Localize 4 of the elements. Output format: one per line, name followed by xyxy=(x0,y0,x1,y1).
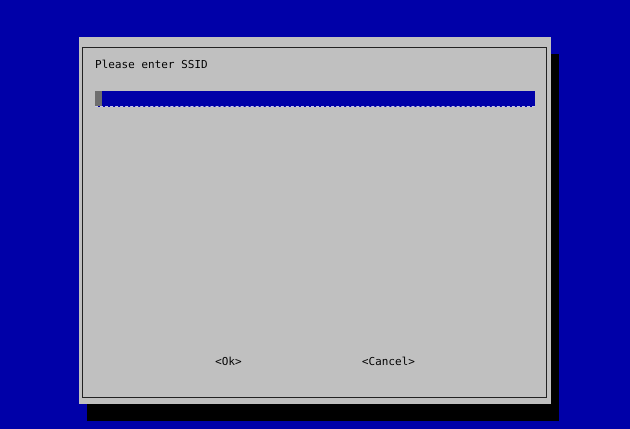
dialog-button[interactable]: <Cancel> xyxy=(360,354,417,369)
ssid-input-field[interactable] xyxy=(95,91,535,107)
dialog-button[interactable]: <Ok> xyxy=(213,354,244,369)
prompt-text: Please enter SSID xyxy=(95,58,209,71)
